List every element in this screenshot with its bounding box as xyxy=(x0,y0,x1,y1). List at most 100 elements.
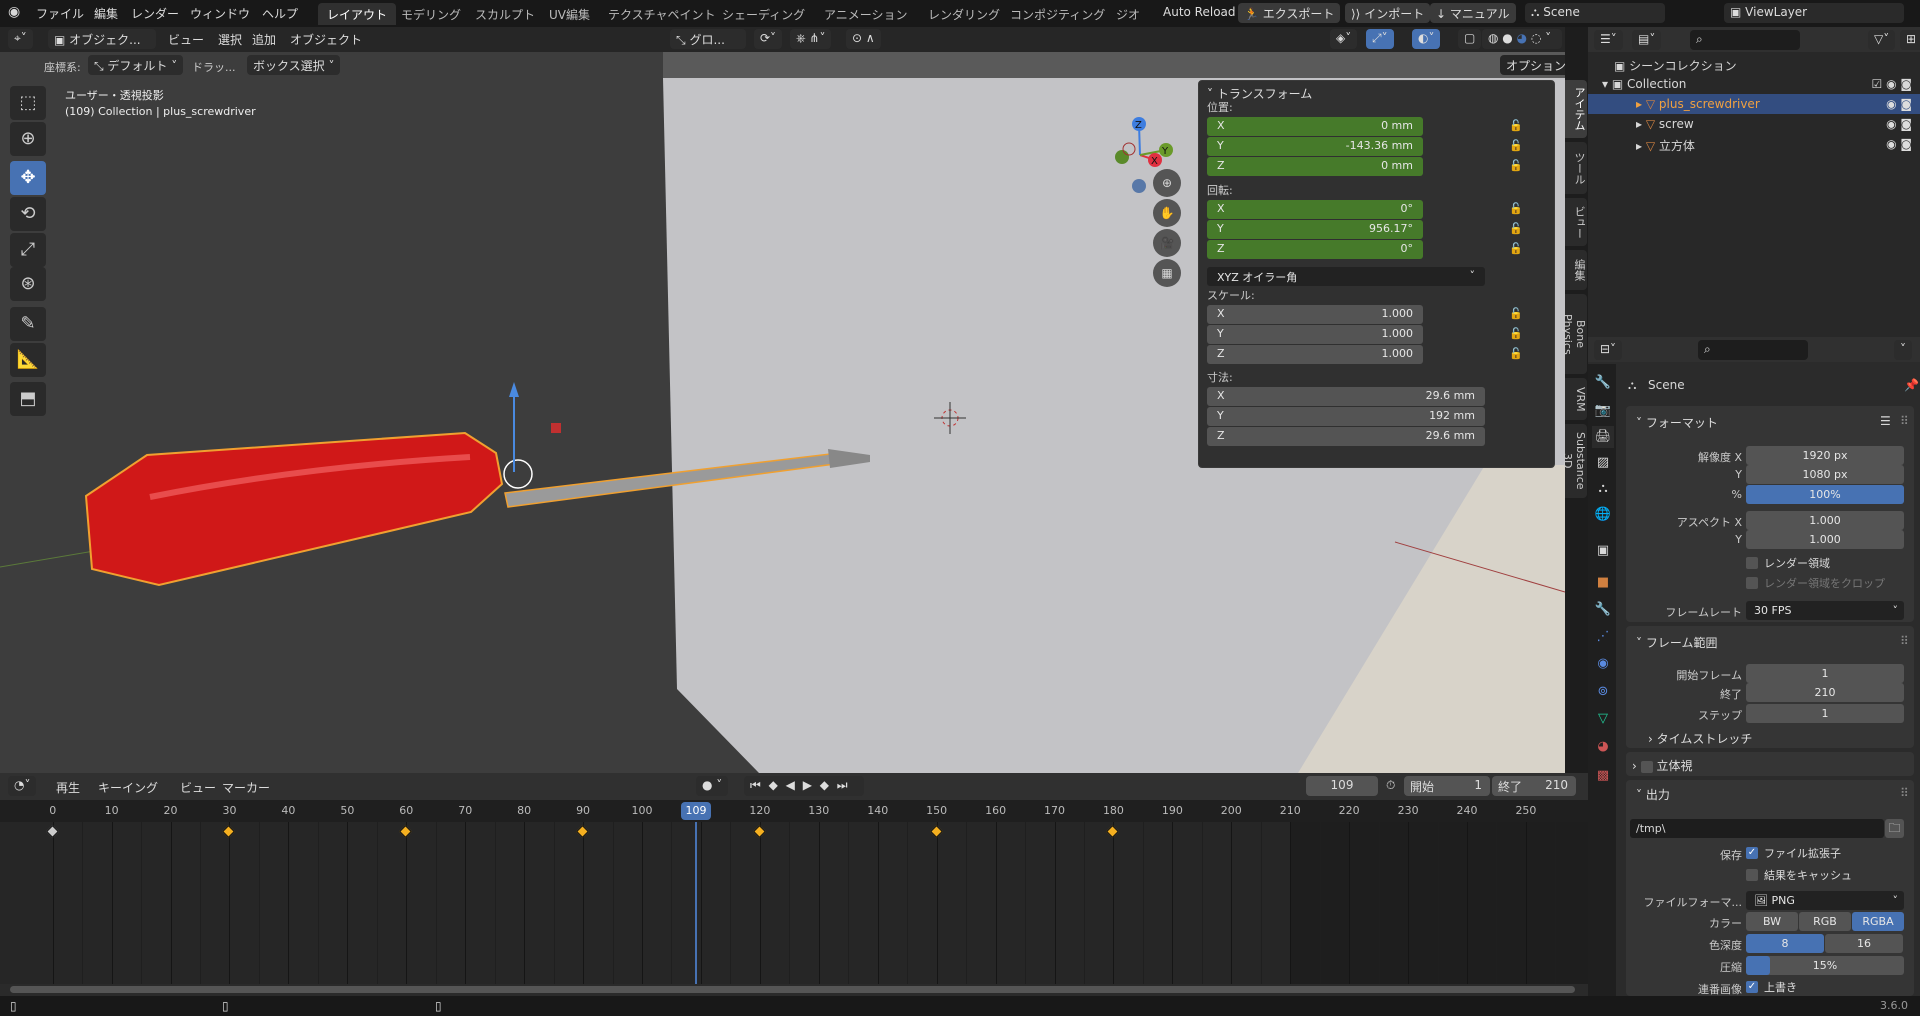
zoom-icon[interactable]: ⊕ xyxy=(1153,169,1181,197)
transform-rotation-z-field[interactable]: Z 0° xyxy=(1207,240,1423,259)
drag-handle-icon[interactable]: ⠿ xyxy=(1900,634,1909,648)
keyframe-diamond[interactable] xyxy=(45,825,59,838)
lock-icon[interactable]: 🔓 xyxy=(1509,119,1523,132)
physics-tab-icon[interactable]: ◉ xyxy=(1592,653,1614,675)
outliner-search[interactable]: ⌕ xyxy=(1690,30,1800,50)
tab-workspace-8[interactable]: コンポジティング xyxy=(1001,3,1114,25)
move-gizmo-xz[interactable] xyxy=(551,423,561,433)
transform-scale-x-field[interactable]: X 1.000 xyxy=(1207,305,1423,324)
lock-icon[interactable]: 🔓 xyxy=(1509,222,1523,235)
drag-handle-icon[interactable]: ⠿ xyxy=(1900,786,1909,800)
start-frame-field[interactable]: 開始 1 xyxy=(1404,776,1490,796)
new-collection-icon[interactable]: ⊞ xyxy=(1900,30,1920,50)
lock-icon[interactable]: 🔓 xyxy=(1509,327,1523,340)
scene-collection-row[interactable]: ▣ シーンコレクション xyxy=(1588,54,1920,74)
pan-hand-icon[interactable]: ✋ xyxy=(1153,199,1181,227)
pin-icon[interactable]: 📌 xyxy=(1904,378,1919,392)
options-button[interactable]: オプション ˅ xyxy=(1500,55,1565,75)
end-frame-field[interactable]: 終了 210 xyxy=(1492,776,1576,796)
xray-toggle[interactable]: ▢ xyxy=(1458,29,1482,49)
transform-tool-icon[interactable]: ⊛ xyxy=(10,267,46,301)
frame-ruler[interactable]: 0102030405060708090100110120130140150160… xyxy=(0,800,1588,822)
data-tab-icon[interactable]: ▽ xyxy=(1592,708,1614,730)
file-extension-checkbox[interactable]: ✓ xyxy=(1746,847,1758,859)
folder-icon[interactable]: 🗀 xyxy=(1885,819,1904,838)
transform-dimensions-z-field[interactable]: Z 29.6 mm xyxy=(1207,427,1485,446)
filter-icon[interactable]: ▽˅ xyxy=(1868,30,1896,50)
aspect-x-field[interactable]: 1.000 xyxy=(1746,511,1904,530)
output-tab-icon[interactable]: 🖨 xyxy=(1592,426,1614,448)
presets-icon[interactable]: ☰ xyxy=(1880,414,1891,428)
snap-button[interactable]: ⎈ ⋔˅ xyxy=(790,29,832,49)
scale-tool-icon[interactable]: ⤢ xyxy=(10,233,46,267)
world-tab-icon[interactable]: 🌐 xyxy=(1592,504,1614,526)
playback-controls[interactable]: ⏮ ◆ ◀ ▶ ◆ ⏭ xyxy=(744,776,864,796)
lock-icon[interactable]: 🔓 xyxy=(1509,242,1523,255)
transform-rotation-x-field[interactable]: X 0° xyxy=(1207,200,1423,219)
cursor-tool-icon[interactable]: ⊕ xyxy=(10,122,46,156)
collection-tab-icon[interactable]: ▣ xyxy=(1592,540,1614,562)
timeline-menu-3[interactable]: マーカー xyxy=(222,779,270,796)
collection-row[interactable]: ▾ ▣ Collection ☑ ◉ ◙ xyxy=(1588,74,1920,94)
visibility-icons[interactable]: ☑ ◉ ◙ xyxy=(1872,77,1913,91)
resolution-x-field[interactable]: 1920 px xyxy=(1746,446,1904,465)
view-layer-tab-icon[interactable]: ▨ xyxy=(1592,452,1614,474)
shading-buttons[interactable]: ◍ ● ◕ ◌ ˅ xyxy=(1482,29,1562,49)
transform-dimensions-y-field[interactable]: Y 192 mm xyxy=(1207,407,1485,426)
properties-options[interactable]: ˅ xyxy=(1894,340,1912,360)
transform-rotation-y-field[interactable]: Y 956.17° xyxy=(1207,220,1423,239)
expand-icon[interactable]: ▸ xyxy=(1636,139,1642,153)
sidebar-tab-0[interactable]: アイテム xyxy=(1565,80,1587,138)
screwdriver-handle[interactable] xyxy=(84,431,504,587)
camera-icon[interactable]: 🎥 xyxy=(1153,229,1181,257)
material-tab-icon[interactable]: ◕ xyxy=(1592,736,1614,758)
constraints-tab-icon[interactable]: ⊚ xyxy=(1592,681,1614,703)
expand-icon[interactable]: ▸ xyxy=(1636,97,1642,111)
select-mode-selector[interactable]: ボックス選択 ˅ xyxy=(247,55,340,75)
view-layer-selector[interactable]: ▣ ViewLayer xyxy=(1724,3,1904,23)
tab-workspace-2[interactable]: スカルプト xyxy=(466,3,544,25)
overwrite-checkbox[interactable]: ✓ xyxy=(1746,981,1758,993)
keyframe-diamond[interactable] xyxy=(1106,825,1120,838)
tab-workspace-0[interactable]: レイアウト xyxy=(318,3,397,25)
export-button[interactable]: 🏃 エクスポート xyxy=(1238,3,1341,23)
tab-workspace-3[interactable]: UV編集 xyxy=(540,3,599,25)
color-option-bw[interactable]: BW xyxy=(1746,912,1798,931)
transform-location-x-field[interactable]: X 0 mm xyxy=(1207,117,1423,136)
transform-scale-z-field[interactable]: Z 1.000 xyxy=(1207,345,1423,364)
sidebar-tab-2[interactable]: ビュー xyxy=(1565,198,1587,246)
viewport-menu-1[interactable]: 選択 xyxy=(218,31,242,48)
properties-editor-type[interactable]: ⊟˅ xyxy=(1594,340,1623,360)
outliner-item[interactable]: ▸ ▽ plus_screwdriver ◉ ◙ xyxy=(1588,94,1920,114)
sidebar-tab-6[interactable]: Substance 3D xyxy=(1561,424,1587,498)
blender-logo-icon[interactable]: ◉ xyxy=(8,4,20,20)
viewport-menu-2[interactable]: 追加 xyxy=(252,31,276,48)
compression-field[interactable]: 15% xyxy=(1746,956,1904,975)
import-button[interactable]: ⟩⟩ インポート xyxy=(1345,3,1431,23)
menu-4[interactable]: ヘルプ xyxy=(262,5,298,22)
drag-handle-icon[interactable]: ⠿ xyxy=(1900,414,1909,428)
depth-option-8[interactable]: 8 xyxy=(1746,934,1824,953)
timeline-menu-1[interactable]: キーイング xyxy=(98,779,158,796)
aspect-y-field[interactable]: 1.000 xyxy=(1746,530,1904,549)
sidebar-tab-3[interactable]: 編集 xyxy=(1565,250,1587,290)
sidebar-tab-1[interactable]: ツール xyxy=(1565,142,1587,194)
frame-range-header[interactable]: ˅ フレーム範囲 xyxy=(1636,634,1717,651)
transform-scale-y-field[interactable]: Y 1.000 xyxy=(1207,325,1423,344)
measure-tool-icon[interactable]: 📐 xyxy=(10,343,46,377)
keyframe-diamond[interactable] xyxy=(929,825,943,838)
color-option-rgba[interactable]: RGBA xyxy=(1852,912,1904,931)
render-tab-icon[interactable]: 📷 xyxy=(1592,400,1614,422)
coord-system-selector[interactable]: ⤡ デフォルト ˅ xyxy=(88,55,183,75)
visibility-icons[interactable]: ◉ ◙ xyxy=(1886,97,1912,111)
viewport-menu-3[interactable]: オブジェクト xyxy=(290,31,362,48)
timeline-menu-2[interactable]: ビュー xyxy=(180,779,216,796)
depth-option-16[interactable]: 16 xyxy=(1825,934,1903,953)
keyframe-diamond[interactable] xyxy=(576,825,589,838)
current-frame-field[interactable]: 109 xyxy=(1306,776,1378,796)
lock-icon[interactable]: 🔓 xyxy=(1509,202,1523,215)
keyframe-diamond[interactable] xyxy=(222,825,236,838)
tool-tab-icon[interactable]: 🔧 xyxy=(1592,372,1614,394)
tab-workspace-4[interactable]: テクスチャペイント xyxy=(599,3,725,25)
rotate-tool-icon[interactable]: ⟲ xyxy=(10,197,46,231)
